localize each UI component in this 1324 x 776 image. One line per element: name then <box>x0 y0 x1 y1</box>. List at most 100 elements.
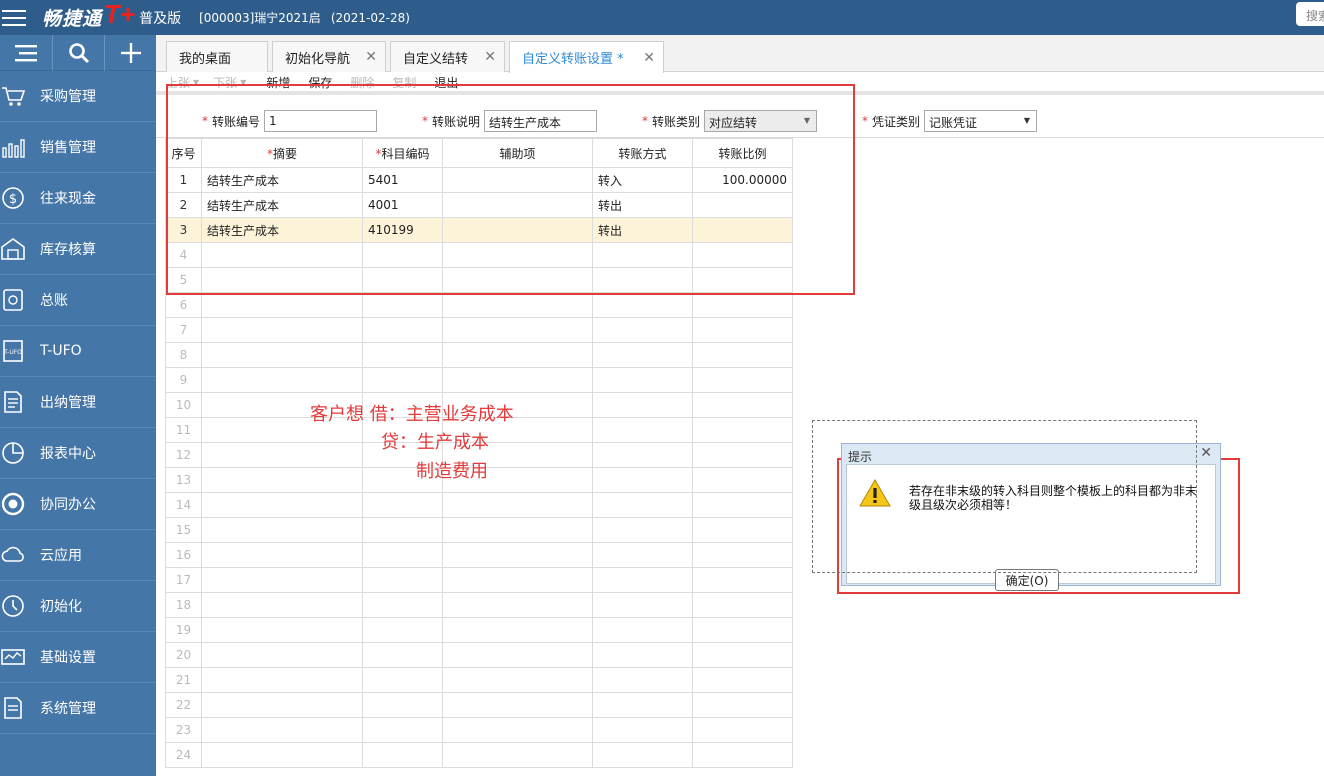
tab-init-guide[interactable]: 初始化导航 ✕ <box>272 41 386 72</box>
table-cell[interactable] <box>362 567 443 593</box>
table-cell[interactable] <box>592 567 693 593</box>
table-cell[interactable] <box>442 317 593 343</box>
table-cell[interactable] <box>442 242 593 268</box>
table-cell[interactable] <box>362 342 443 368</box>
prev-button[interactable]: 上张 ▼ <box>166 74 199 91</box>
table-cell[interactable] <box>442 567 593 593</box>
table-cell[interactable] <box>692 417 793 443</box>
table-row[interactable]: 16 <box>165 542 793 568</box>
table-row[interactable]: 1 结转生产成本 5401 转入 100.00000 <box>165 167 793 193</box>
table-cell[interactable] <box>362 642 443 668</box>
table-cell[interactable] <box>201 717 363 743</box>
table-cell[interactable] <box>362 542 443 568</box>
table-cell[interactable] <box>592 317 693 343</box>
cell-auxiliary[interactable] <box>442 217 593 243</box>
table-row[interactable]: 7 <box>165 317 793 343</box>
table-cell[interactable] <box>692 642 793 668</box>
table-cell[interactable] <box>592 242 693 268</box>
table-cell[interactable] <box>362 317 443 343</box>
table-cell[interactable] <box>592 717 693 743</box>
table-cell[interactable] <box>201 667 363 693</box>
cell-summary[interactable]: 结转生产成本 <box>201 167 363 193</box>
table-cell[interactable] <box>592 692 693 718</box>
table-cell[interactable] <box>442 342 593 368</box>
delete-button[interactable]: 删除 <box>350 74 374 91</box>
table-cell[interactable] <box>362 367 443 393</box>
table-cell[interactable] <box>692 392 793 418</box>
table-cell[interactable] <box>362 667 443 693</box>
exit-button[interactable]: 退出 <box>434 74 458 91</box>
table-cell[interactable] <box>442 592 593 618</box>
table-cell[interactable] <box>201 342 363 368</box>
table-cell[interactable] <box>362 492 443 518</box>
table-cell[interactable] <box>442 492 593 518</box>
table-cell[interactable] <box>201 317 363 343</box>
table-row[interactable]: 20 <box>165 642 793 668</box>
search-icon[interactable] <box>52 34 104 71</box>
close-icon[interactable]: ✕ <box>484 49 496 65</box>
table-cell[interactable] <box>592 342 693 368</box>
table-cell[interactable] <box>692 242 793 268</box>
sidebar-item-2[interactable]: $ 往来现金 <box>0 173 156 224</box>
table-row[interactable]: 6 <box>165 292 793 318</box>
table-cell[interactable] <box>201 292 363 318</box>
table-cell[interactable] <box>592 442 693 468</box>
tab-custom-transfer-settings[interactable]: 自定义转账设置 * ✕ <box>509 41 664 73</box>
table-cell[interactable] <box>201 542 363 568</box>
sidebar-item-0[interactable]: 采购管理 <box>0 71 156 122</box>
table-cell[interactable] <box>692 292 793 318</box>
cell-transfer-direction[interactable]: 转入 <box>592 167 693 193</box>
table-cell[interactable] <box>692 667 793 693</box>
sidebar-item-12[interactable]: 系统管理 <box>0 683 156 734</box>
table-cell[interactable] <box>592 467 693 493</box>
table-cell[interactable] <box>362 592 443 618</box>
cell-transfer-ratio[interactable] <box>692 217 793 243</box>
table-cell[interactable] <box>442 292 593 318</box>
tab-desktop[interactable]: 我的桌面 <box>166 41 268 72</box>
table-cell[interactable] <box>692 467 793 493</box>
cell-summary[interactable]: 结转生产成本 <box>201 217 363 243</box>
cell-account-code[interactable]: 5401 <box>362 167 443 193</box>
table-row[interactable]: 15 <box>165 517 793 543</box>
table-cell[interactable] <box>201 467 363 493</box>
close-icon[interactable]: ✕ <box>365 49 377 65</box>
sidebar-item-6[interactable]: 出纳管理 <box>0 377 156 428</box>
table-cell[interactable] <box>201 242 363 268</box>
cell-auxiliary[interactable] <box>442 167 593 193</box>
cell-account-code[interactable]: 410199 <box>362 217 443 243</box>
table-cell[interactable] <box>201 742 363 768</box>
table-cell[interactable] <box>201 367 363 393</box>
table-cell[interactable] <box>362 617 443 643</box>
global-search-input[interactable]: 搜索 <box>1296 2 1324 26</box>
table-cell[interactable] <box>692 592 793 618</box>
transfer-desc-input[interactable]: 结转生产成本 <box>484 110 598 132</box>
table-cell[interactable] <box>442 367 593 393</box>
table-cell[interactable] <box>362 692 443 718</box>
list-icon[interactable] <box>0 35 52 71</box>
tab-custom-carryover[interactable]: 自定义结转 ✕ <box>390 41 505 72</box>
sidebar-item-8[interactable]: 协同办公 <box>0 479 156 530</box>
sidebar-item-5[interactable]: T-UFO T-UFO <box>0 326 156 377</box>
table-cell[interactable] <box>362 242 443 268</box>
table-cell[interactable] <box>592 667 693 693</box>
close-icon[interactable]: ✕ <box>1200 445 1212 461</box>
cell-transfer-direction[interactable]: 转出 <box>592 192 693 218</box>
table-row[interactable]: 18 <box>165 592 793 618</box>
table-row[interactable]: 14 <box>165 492 793 518</box>
table-row[interactable]: 21 <box>165 667 793 693</box>
table-cell[interactable] <box>592 417 693 443</box>
table-cell[interactable] <box>692 742 793 768</box>
plus-icon[interactable] <box>104 34 156 71</box>
table-row[interactable]: 23 <box>165 717 793 743</box>
table-cell[interactable] <box>362 742 443 768</box>
cell-summary[interactable]: 结转生产成本 <box>201 192 363 218</box>
table-cell[interactable] <box>362 267 443 293</box>
table-row[interactable]: 19 <box>165 617 793 643</box>
table-cell[interactable] <box>362 292 443 318</box>
table-cell[interactable] <box>201 492 363 518</box>
sidebar-item-4[interactable]: 总账 <box>0 275 156 326</box>
table-cell[interactable] <box>592 542 693 568</box>
table-cell[interactable] <box>442 667 593 693</box>
sidebar-item-11[interactable]: 基础设置 <box>0 632 156 683</box>
table-row[interactable]: 8 <box>165 342 793 368</box>
